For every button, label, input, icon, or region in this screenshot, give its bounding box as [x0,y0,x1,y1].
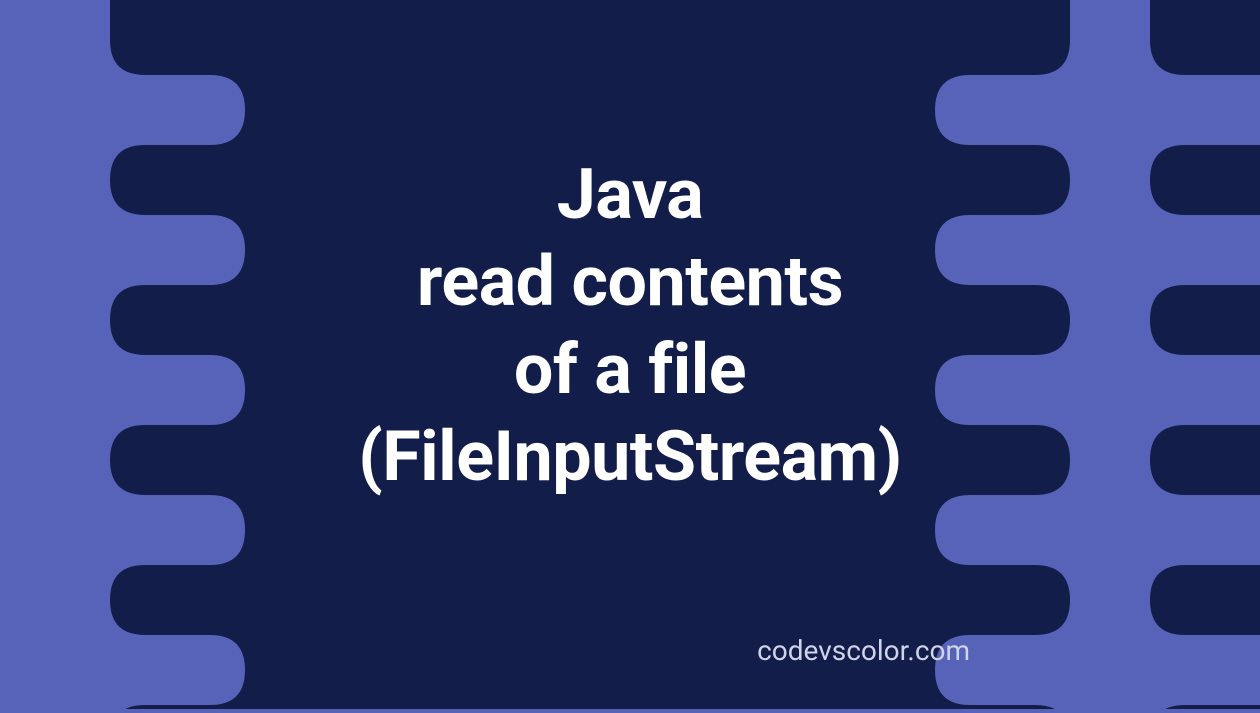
title-container: Java read contents of a file (FileInputS… [0,152,1260,502]
attribution-text: codevscolor.com [757,634,970,667]
title-line-3: of a file [0,327,1260,415]
title-line-4: (FileInputStream) [0,414,1260,502]
title-line-2: read contents [0,239,1260,327]
title-line-1: Java [0,152,1260,240]
